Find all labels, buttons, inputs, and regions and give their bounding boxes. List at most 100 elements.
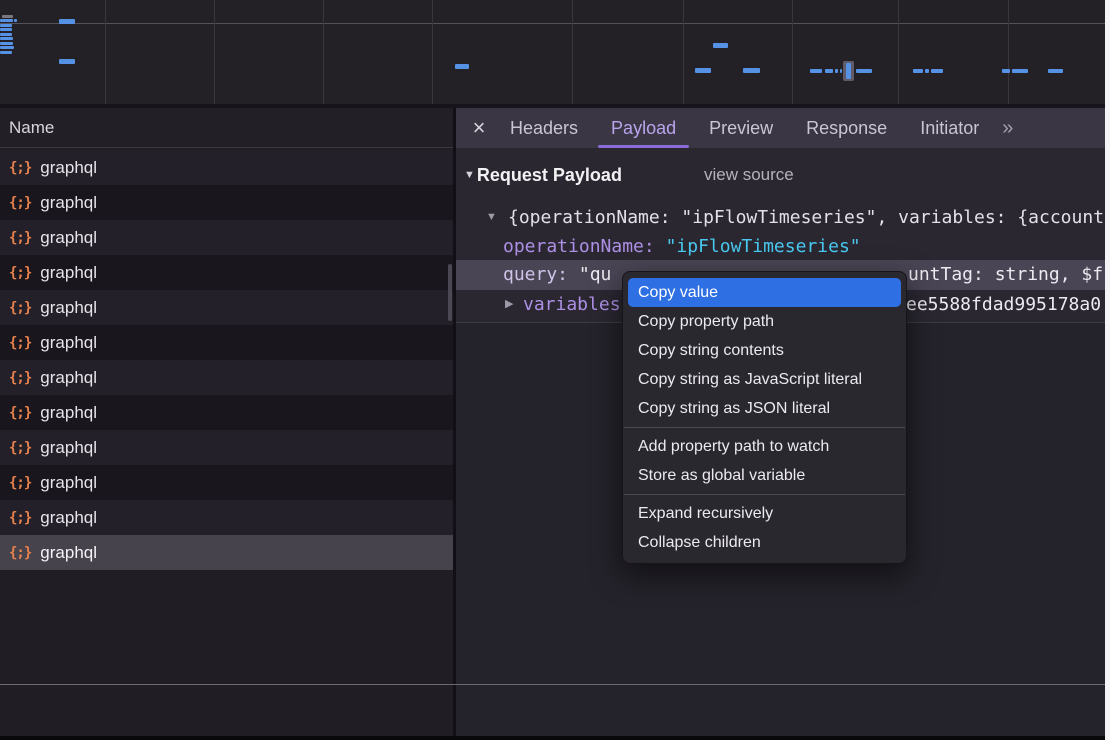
request-name: graphql: [40, 263, 97, 283]
payload-operationname-row[interactable]: operationName: "ipFlowTimeseries": [456, 232, 1110, 261]
request-name: graphql: [40, 298, 97, 318]
overview-gridline: [792, 0, 793, 104]
menu-divider: [624, 494, 905, 495]
json-request-icon: {;}: [9, 160, 31, 176]
overview-request-bar: [0, 42, 13, 45]
request-row[interactable]: {;}graphql: [0, 185, 453, 220]
payload-root-row[interactable]: ▼ {operationName: "ipFlowTimeseries", va…: [456, 203, 1110, 232]
tab-preview[interactable]: Preview: [694, 108, 788, 148]
overview-request-bar: [713, 43, 728, 48]
overview-request-bar: [0, 51, 12, 54]
status-bar-divider: [0, 684, 1110, 685]
property-text: query: "qu: [503, 260, 611, 290]
section-expander-icon[interactable]: ▼: [464, 162, 475, 188]
request-row[interactable]: {;}graphql: [0, 255, 453, 290]
request-row[interactable]: {;}graphql: [0, 430, 453, 465]
request-row[interactable]: {;}graphql: [0, 500, 453, 535]
tab-response[interactable]: Response: [791, 108, 902, 148]
overview-request-bar: [835, 69, 838, 73]
request-row[interactable]: {;} graphql: [0, 220, 453, 255]
menu-item-copy-string-contents[interactable]: Copy string contents: [623, 336, 906, 365]
request-name: graphql: [40, 473, 97, 493]
overview-gridline: [1008, 0, 1009, 104]
menu-item-copy-string-as-json-literal[interactable]: Copy string as JSON literal: [623, 394, 906, 423]
tab-payload[interactable]: Payload: [596, 108, 691, 148]
json-request-icon: {;}: [9, 370, 31, 386]
detail-tabs: HeadersPayloadPreviewResponseInitiator: [492, 108, 994, 148]
detail-tab-bar: × HeadersPayloadPreviewResponseInitiator…: [456, 108, 1110, 148]
menu-item-add-property-path-to-watch[interactable]: Add property path to watch: [623, 432, 906, 461]
context-menu: Copy valueCopy property pathCopy string …: [622, 271, 907, 564]
overview-request-bar: [925, 69, 929, 73]
menu-item-copy-value[interactable]: Copy value: [628, 278, 901, 307]
request-name: graphql: [40, 333, 97, 353]
requests-list: {;} graphql {;} graphql {;} graphql {;} graphql…: [0, 150, 453, 570]
request-row[interactable]: {;}graphql: [0, 535, 453, 570]
request-name: graphql: [40, 368, 97, 388]
object-preview-text: {operationName: "ipFlowTimeseries", vari…: [508, 203, 1104, 232]
expander-closed-icon[interactable]: ▶: [505, 290, 513, 319]
tab-initiator[interactable]: Initiator: [905, 108, 994, 148]
overview-request-bar: [856, 69, 872, 73]
property-value-string: "ipFlowTimeseries": [666, 236, 861, 257]
overview-request-bar: [825, 69, 833, 73]
request-row[interactable]: {;}graphql: [0, 395, 453, 430]
overview-request-bar: [59, 59, 75, 64]
menu-item-expand-recursively[interactable]: Expand recursively: [623, 499, 906, 528]
property-key: variables: [523, 290, 621, 319]
request-row[interactable]: {;} graphql: [0, 465, 453, 500]
property-value-continued: ee5588fdad995178a0: [906, 290, 1101, 319]
property-key: query:: [503, 264, 579, 285]
tab-headers[interactable]: Headers: [495, 108, 593, 148]
network-overview-timeline[interactable]: [0, 0, 1110, 104]
request-row[interactable]: {;} graphql: [0, 325, 453, 360]
screenshot-right-margin: [1105, 0, 1110, 740]
more-tabs-icon[interactable]: »: [1002, 108, 1013, 148]
request-row[interactable]: {;} graphql: [0, 150, 453, 185]
request-row[interactable]: {;} graphql: [0, 360, 453, 395]
overview-request-bar: [0, 33, 12, 36]
menu-item-copy-string-as-javascript-literal[interactable]: Copy string as JavaScript literal: [623, 365, 906, 394]
overview-request-bar: [0, 24, 12, 27]
json-request-icon: {;}: [9, 510, 31, 526]
json-request-icon: {;}: [9, 300, 31, 316]
overview-request-bar: [14, 19, 17, 22]
overview-request-bar: [1048, 69, 1063, 73]
json-request-icon: {;}: [9, 195, 31, 211]
requests-scrollbar-thumb[interactable]: [448, 264, 452, 321]
overview-request-bar: [0, 19, 13, 22]
expander-open-icon[interactable]: ▼: [486, 203, 497, 232]
json-request-icon: {;}: [9, 230, 31, 246]
json-request-icon: {;}: [9, 405, 31, 421]
menu-divider: [624, 427, 905, 428]
overview-gridline: [105, 0, 106, 104]
menu-item-collapse-children[interactable]: Collapse children: [623, 528, 906, 557]
json-request-icon: {;}: [9, 440, 31, 456]
property-value-start: "qu: [579, 264, 612, 285]
view-source-link[interactable]: view source: [704, 162, 794, 188]
json-request-icon: {;}: [9, 475, 31, 491]
close-icon[interactable]: ×: [466, 108, 492, 148]
overview-request-bar: [743, 68, 760, 73]
overview-gridline: [572, 0, 573, 104]
overview-gridline: [432, 0, 433, 104]
request-name: graphql: [40, 158, 97, 178]
request-row[interactable]: {;} graphql: [0, 290, 453, 325]
json-request-icon: {;}: [9, 335, 31, 351]
overview-gridline: [214, 0, 215, 104]
property-key: operationName:: [503, 236, 666, 257]
requests-panel: Name {;}graphql{;}graphql{;}graphql{;}gr…: [0, 108, 453, 736]
menu-item-store-as-global-variable[interactable]: Store as global variable: [623, 461, 906, 490]
property-text: operationName: "ipFlowTimeseries": [503, 232, 861, 261]
window-bottom-edge: [0, 736, 1110, 740]
overview-request-bar: [0, 46, 14, 49]
section-title: Request Payload: [477, 162, 622, 188]
name-column-header[interactable]: Name: [0, 108, 453, 148]
menu-item-copy-property-path[interactable]: Copy property path: [623, 307, 906, 336]
overview-request-bar: [840, 69, 842, 73]
overview-request-bar: [913, 69, 923, 73]
request-payload-header[interactable]: ▼ Request Payload: [464, 162, 622, 188]
request-name: graphql: [40, 228, 97, 248]
overview-gridline: [683, 0, 684, 104]
property-value-continued: untTag: string, $f: [908, 260, 1103, 290]
